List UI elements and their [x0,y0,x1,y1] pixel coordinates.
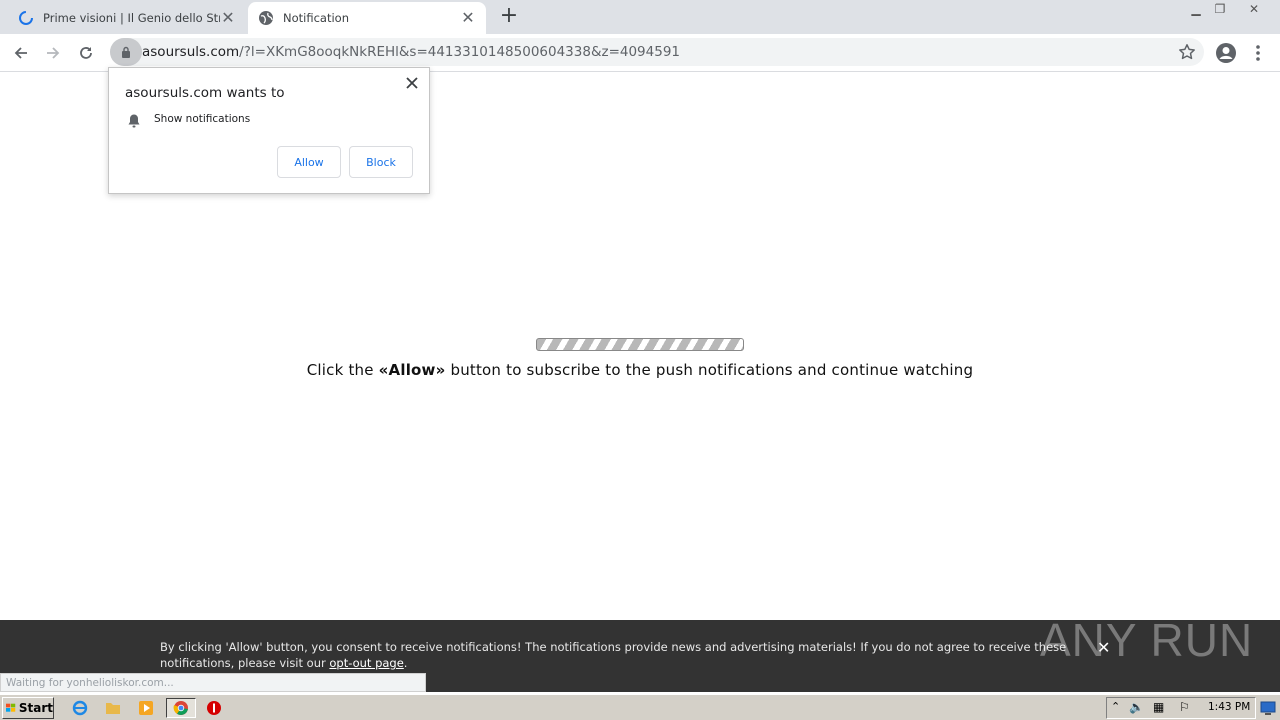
chrome-icon [173,701,188,715]
address-bar[interactable]: asoursuls.com/?l=XKmG8ooqkNkREHl&s=44133… [110,38,1204,66]
tab-prime-visioni[interactable]: Prime visioni | Il Genio dello Streaming… [8,2,246,34]
windows-logo-icon [6,703,16,712]
permission-label: Show notifications [154,113,251,125]
close-icon[interactable]: ✕ [220,10,236,26]
message-text: Click the [306,361,379,379]
reload-icon [80,47,92,59]
tab-title: Notification [283,11,349,25]
tab-title: Prime visioni | Il Genio dello Streaming [43,11,220,25]
arrow-right-icon [47,47,60,59]
loading-spinner-icon [19,11,33,25]
banner-suffix: . [403,656,408,670]
close-icon[interactable]: ✕ [460,10,476,26]
profile-avatar-icon[interactable] [1214,41,1238,65]
allow-button[interactable]: Allow [277,146,341,178]
message-bold-allow: «Allow» [378,361,446,379]
site-info-button[interactable] [110,38,142,66]
loading-progress-bar [536,338,744,351]
media-player-icon[interactable] [136,698,156,718]
allow-instruction: Click the «Allow» button to subscribe to… [0,361,1280,379]
start-label: Start [18,701,53,715]
ie-icon[interactable] [70,698,90,718]
tray-expand-icon[interactable]: ⌃ [1111,700,1120,713]
message-text-end: button to subscribe to the push notifica… [445,361,974,379]
show-desktop-icon[interactable] [1258,698,1278,718]
flag-icon[interactable]: ⚐ [1179,700,1190,714]
window-close-icon[interactable]: ✕ [1238,0,1270,18]
anyrun-watermark: ANY RUN [1040,614,1254,666]
start-button[interactable]: Start [2,697,54,719]
tab-notification[interactable]: Notification ✕ [248,2,486,34]
url-text: asoursuls.com/?l=XKmG8ooqkNkREHl&s=44133… [142,38,680,66]
lock-icon [122,46,130,58]
reload-button[interactable] [73,40,99,66]
folder-icon[interactable] [103,698,123,718]
kebab-menu-icon[interactable] [1250,41,1266,65]
bell-icon [128,114,140,128]
new-tab-button[interactable]: + [498,5,520,28]
restore-icon[interactable]: ❐ [1206,0,1234,18]
status-bubble: Waiting for yonhelioliskor.com... [0,673,426,692]
back-button[interactable] [8,40,34,66]
url-path: /?l=XKmG8ooqkNkREHl&s=441331014850060433… [239,44,680,60]
forward-button[interactable] [40,40,66,66]
notification-permission-popup: asoursuls.com wants to Show notification… [108,67,430,194]
block-button[interactable]: Block [349,146,413,178]
arrow-left-icon [14,47,27,59]
close-icon[interactable] [405,76,419,90]
opt-out-link[interactable]: opt-out page [329,656,403,670]
tab-strip: Prime visioni | Il Genio dello Streaming… [0,0,1280,34]
banner-message: By clicking 'Allow' button, you consent … [160,640,1067,670]
globe-icon [259,11,273,25]
volume-icon[interactable]: 🔈 [1129,700,1144,714]
popup-heading: asoursuls.com wants to [125,85,285,101]
stop-sign-icon[interactable] [204,698,224,718]
network-icon[interactable]: ▦ [1153,700,1164,714]
taskbar-clock[interactable]: 1:43 PM [1208,701,1250,713]
banner-text: By clicking 'Allow' button, you consent … [160,639,1080,671]
windows-taskbar: Start ⌃ 🔈 ▦ ⚐ 1:43 PM [0,694,1280,720]
chrome-taskbar-button[interactable] [166,698,196,718]
bookmark-star-icon[interactable] [1178,43,1196,61]
url-domain: asoursuls.com [142,44,240,60]
